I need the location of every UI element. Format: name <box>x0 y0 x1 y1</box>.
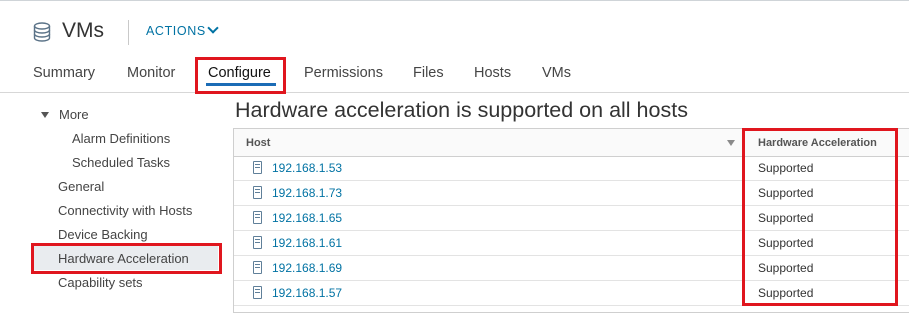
table-row[interactable]: 192.168.1.65 Supported <box>234 206 909 231</box>
page-title: VMs <box>62 19 104 42</box>
table-row[interactable]: 192.168.1.57 Supported <box>234 281 909 306</box>
caret-down-icon[interactable] <box>41 112 49 118</box>
hardware-acceleration-value: Supported <box>758 261 814 275</box>
tab-permissions[interactable]: Permissions <box>304 65 383 81</box>
tab-hosts[interactable]: Hosts <box>474 65 511 81</box>
hardware-acceleration-value: Supported <box>758 211 814 225</box>
sidebar-item-device-backing[interactable]: Device Backing <box>58 227 148 242</box>
host-link[interactable]: 192.168.1.73 <box>272 186 342 200</box>
host-link[interactable]: 192.168.1.69 <box>272 261 342 275</box>
top-border <box>0 0 909 1</box>
host-link[interactable]: 192.168.1.53 <box>272 161 342 175</box>
active-tab-indicator <box>206 83 276 86</box>
tab-configure[interactable]: Configure <box>208 65 271 81</box>
tab-vms[interactable]: VMs <box>542 65 571 81</box>
sidebar-item-alarm-definitions[interactable]: Alarm Definitions <box>72 131 170 146</box>
page-heading: Hardware acceleration is supported on al… <box>235 98 688 122</box>
sidebar-item-general[interactable]: General <box>58 179 104 194</box>
host-icon <box>253 261 262 274</box>
host-link[interactable]: 192.168.1.57 <box>272 286 342 300</box>
sidebar-item-hardware-acceleration[interactable]: Hardware Acceleration <box>34 246 218 270</box>
sidebar-item-scheduled-tasks[interactable]: Scheduled Tasks <box>72 155 170 170</box>
actions-label: ACTIONS <box>146 24 206 38</box>
tab-files[interactable]: Files <box>413 65 444 81</box>
column-header-hardware-acceleration[interactable]: Hardware Acceleration <box>758 137 877 149</box>
tab-monitor[interactable]: Monitor <box>127 65 175 81</box>
table-row[interactable]: 192.168.1.69 Supported <box>234 256 909 281</box>
hardware-acceleration-value: Supported <box>758 286 814 300</box>
tab-bar: Summary Monitor Configure Permissions Fi… <box>0 60 909 90</box>
host-link[interactable]: 192.168.1.61 <box>272 236 342 250</box>
column-header-host[interactable]: Host <box>246 137 270 149</box>
table-row[interactable]: 192.168.1.61 Supported <box>234 231 909 256</box>
sidebar-item-label: Hardware Acceleration <box>58 251 189 266</box>
hardware-acceleration-value: Supported <box>758 161 814 175</box>
sidebar-item-connectivity-with-hosts[interactable]: Connectivity with Hosts <box>58 203 192 218</box>
host-icon <box>253 286 262 299</box>
table-row[interactable]: 192.168.1.73 Supported <box>234 181 909 206</box>
tab-bar-divider <box>0 92 909 93</box>
table-row[interactable]: 192.168.1.53 Supported <box>234 156 909 181</box>
column-divider[interactable] <box>743 129 744 156</box>
actions-menu-button[interactable]: ACTIONS <box>146 22 219 38</box>
host-icon <box>253 211 262 224</box>
sidebar-item-more[interactable]: More <box>59 107 89 122</box>
hardware-acceleration-value: Supported <box>758 186 814 200</box>
filter-icon[interactable] <box>727 140 735 146</box>
hardware-acceleration-value: Supported <box>758 236 814 250</box>
sidebar-item-capability-sets[interactable]: Capability sets <box>58 275 143 290</box>
host-icon <box>253 161 262 174</box>
chevron-down-icon <box>207 22 219 34</box>
host-icon <box>253 236 262 249</box>
host-icon <box>253 186 262 199</box>
tab-summary[interactable]: Summary <box>33 65 95 81</box>
datastore-icon <box>33 22 51 42</box>
table-header: Host Hardware Acceleration <box>234 129 909 157</box>
header-divider <box>128 20 129 45</box>
hosts-table: Host Hardware Acceleration 192.168.1.53 … <box>233 128 909 313</box>
host-link[interactable]: 192.168.1.65 <box>272 211 342 225</box>
